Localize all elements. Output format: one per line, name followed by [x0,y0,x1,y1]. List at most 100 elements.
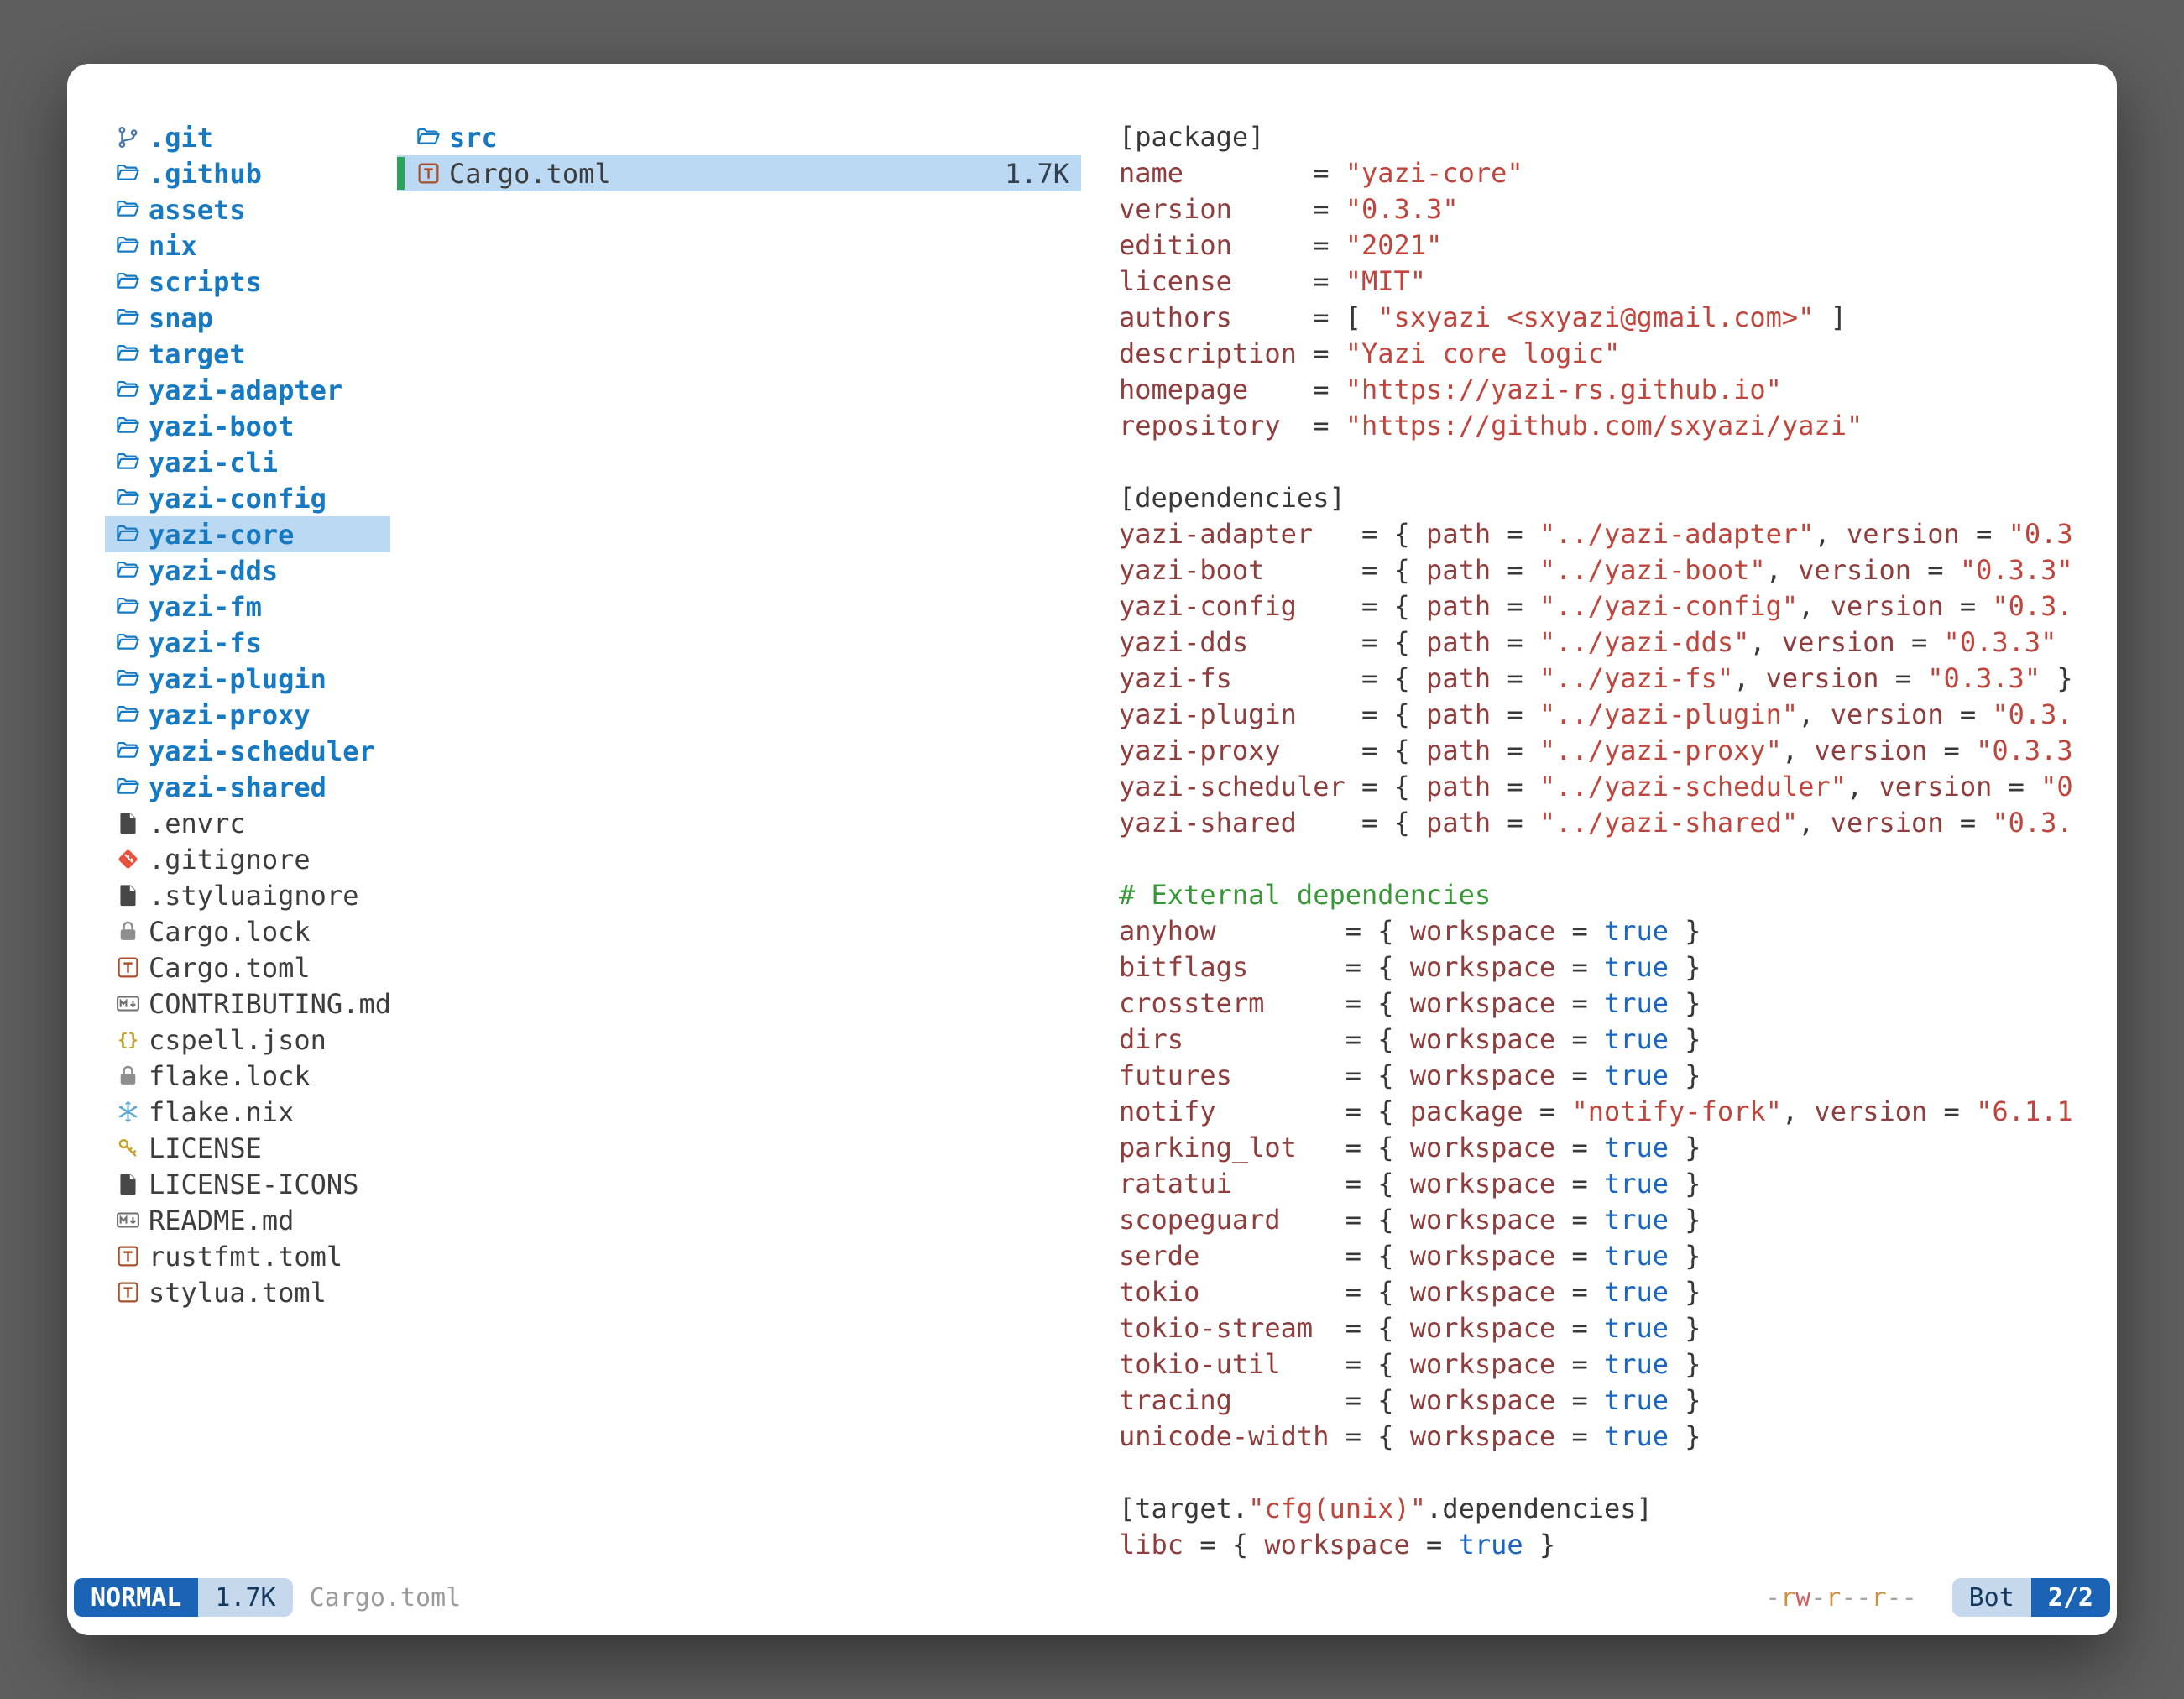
folder-open-icon [115,269,141,295]
file-name: rustfmt.toml [149,1241,342,1273]
code-line: name = "yazi-core" [1119,155,2107,191]
code-line: yazi-scheduler = { path = "../yazi-sched… [1119,769,2107,805]
file-row-stylua.toml[interactable]: stylua.toml [105,1274,390,1310]
file-row-LICENSE-ICONS[interactable]: LICENSE-ICONS [105,1166,390,1202]
file-row-snap[interactable]: snap [105,300,390,336]
file-row-nix[interactable]: nix [105,227,390,264]
selection-marker [397,157,405,190]
file-row-Cargo.toml[interactable]: Cargo.toml1.7K [397,155,1081,191]
file-row-README.md[interactable]: README.md [105,1202,390,1238]
file-name: flake.nix [149,1096,294,1128]
code-line: tokio = { workspace = true } [1119,1274,2107,1310]
file-name: yazi-dds [149,555,278,587]
file-row-yazi-adapter[interactable]: yazi-adapter [105,372,390,408]
file-name: flake.lock [149,1060,311,1092]
code-line: notify = { package = "notify-fork", vers… [1119,1094,2107,1130]
file-row-yazi-core[interactable]: yazi-core [105,516,390,552]
file-row-.github[interactable]: .github [105,155,390,191]
file-row-.styluaignore[interactable]: .styluaignore [105,877,390,913]
file-row-LICENSE[interactable]: LICENSE [105,1130,390,1166]
file-name: LICENSE-ICONS [149,1168,358,1200]
file-row-CONTRIBUTING.md[interactable]: CONTRIBUTING.md [105,985,390,1022]
toml-icon [415,160,442,186]
status-bar-right: -rw-r--r-- Bot 2/2 [1765,1578,2110,1617]
file-name: assets [149,194,246,226]
toml-icon [115,1243,141,1269]
code-line: version = "0.3.3" [1119,191,2107,227]
counter-badge: 2/2 [2031,1578,2110,1617]
toml-icon [115,1279,141,1305]
file-name: yazi-boot [149,410,294,442]
file-row-rustfmt.toml[interactable]: rustfmt.toml [105,1238,390,1274]
status-filename: Cargo.toml [310,1583,462,1613]
code-line [1119,444,2107,480]
git-branch-icon [115,124,141,150]
folder-open-icon [115,413,141,439]
file-row-yazi-plugin[interactable]: yazi-plugin [105,661,390,697]
file-name: .github [149,158,262,190]
preview-pane: [package]name = "yazi-core"version = "0.… [1119,119,2107,1570]
file-icon [115,810,141,836]
code-line: [target."cfg(unix)".dependencies] [1119,1491,2107,1527]
markdown-icon [115,991,141,1017]
yazi-window: .git.githubassetsnixscriptssnaptargetyaz… [67,64,2117,1635]
file-icon [115,882,141,908]
key-icon [115,1135,141,1161]
folder-open-icon [115,485,141,511]
file-name: README.md [149,1205,294,1236]
file-row-yazi-proxy[interactable]: yazi-proxy [105,697,390,733]
file-row-Cargo.lock[interactable]: Cargo.lock [105,913,390,949]
svg-text:{}: {} [118,1030,138,1050]
code-line: tokio-stream = { workspace = true } [1119,1310,2107,1346]
folder-open-icon [415,124,442,150]
code-line: crossterm = { workspace = true } [1119,985,2107,1022]
file-row-scripts[interactable]: scripts [105,264,390,300]
file-name: stylua.toml [149,1277,327,1309]
file-row-yazi-scheduler[interactable]: yazi-scheduler [105,733,390,769]
code-line: homepage = "https://yazi-rs.github.io" [1119,372,2107,408]
folder-open-icon [115,630,141,656]
file-name: yazi-fm [149,591,262,623]
file-name: snap [149,302,213,334]
file-row-flake.nix[interactable]: flake.nix [105,1094,390,1130]
file-row-flake.lock[interactable]: flake.lock [105,1058,390,1094]
permissions-text: -rw-r--r-- [1765,1583,1917,1613]
file-row-yazi-cli[interactable]: yazi-cli [105,444,390,480]
file-row-src[interactable]: src [397,119,1081,155]
folder-open-icon [115,557,141,583]
file-name: yazi-proxy [149,699,311,731]
file-row-assets[interactable]: assets [105,191,390,227]
code-line: scopeguard = { workspace = true } [1119,1202,2107,1238]
file-row-.envrc[interactable]: .envrc [105,805,390,841]
file-row-.gitignore[interactable]: .gitignore [105,841,390,877]
code-line: yazi-fs = { path = "../yazi-fs", version… [1119,661,2107,697]
file-row-target[interactable]: target [105,336,390,372]
file-row-cspell.json[interactable]: {} cspell.json [105,1022,390,1058]
file-name: yazi-scheduler [149,735,375,767]
file-name: cspell.json [149,1024,327,1056]
file-row-Cargo.toml[interactable]: Cargo.toml [105,949,390,985]
gitignore-icon [115,846,141,872]
folder-open-icon [115,738,141,764]
file-row-yazi-config[interactable]: yazi-config [105,480,390,516]
file-name: .styluaignore [149,880,358,912]
code-line: [dependencies] [1119,480,2107,516]
file-row-.git[interactable]: .git [105,119,390,155]
file-name: yazi-shared [149,771,327,803]
file-size-badge: 1.7K [198,1578,292,1617]
code-line: anyhow = { workspace = true } [1119,913,2107,949]
code-line: yazi-adapter = { path = "../yazi-adapter… [1119,516,2107,552]
file-row-yazi-boot[interactable]: yazi-boot [105,408,390,444]
folder-open-icon [115,305,141,331]
file-row-yazi-shared[interactable]: yazi-shared [105,769,390,805]
code-line: license = "MIT" [1119,264,2107,300]
nix-icon [115,1099,141,1125]
code-line: repository = "https://github.com/sxyazi/… [1119,408,2107,444]
file-row-yazi-fm[interactable]: yazi-fm [105,588,390,625]
file-name: yazi-cli [149,447,278,478]
file-row-yazi-fs[interactable]: yazi-fs [105,625,390,661]
file-row-yazi-dds[interactable]: yazi-dds [105,552,390,588]
code-line: libc = { workspace = true } [1119,1527,2107,1563]
file-name: target [149,338,246,370]
file-icon [115,1171,141,1197]
